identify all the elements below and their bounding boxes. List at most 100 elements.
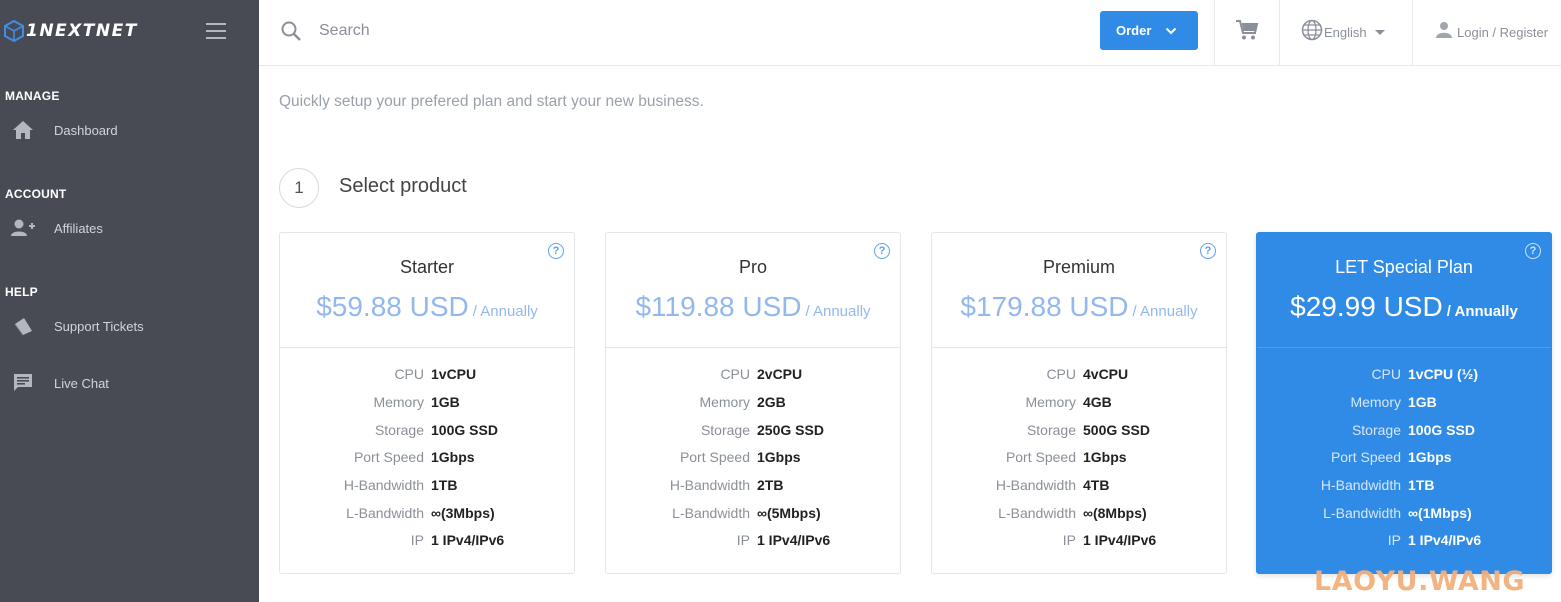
spec-row: H-Bandwidth 2TB (606, 477, 900, 497)
spec-value: 1vCPU (½) (1408, 366, 1479, 382)
spec-label: Memory (699, 394, 750, 410)
spec-value: ∞(1Mbps) (1408, 505, 1472, 521)
spec-label: CPU (1371, 366, 1401, 382)
spec-label: Memory (1025, 394, 1076, 410)
topbar-divider (1214, 0, 1215, 66)
plan-name: Premium (1042, 257, 1115, 277)
plan-period: / Annually (472, 303, 538, 320)
spec-label: L-Bandwidth (998, 505, 1076, 521)
spec-label: CPU (394, 366, 424, 382)
spec-value: ∞(3Mbps) (431, 505, 495, 521)
plan-card[interactable]: ? Starter $59.88 USD / Annually CPU 1vCPU Memo… (279, 232, 575, 574)
spec-value: 1TB (431, 477, 458, 493)
plan-period: / Annually (1446, 303, 1518, 320)
login-register-link[interactable]: Login / Register (1435, 21, 1548, 44)
plan-card[interactable]: ? Premium $179.88 USD / Annually CPU 4vCPU Mem… (931, 232, 1227, 574)
sidebar-item-affiliates[interactable]: Affiliates (10, 216, 103, 240)
page-subtitle: Quickly setup your prefered plan and sta… (279, 93, 704, 110)
spec-label: CPU (1046, 366, 1076, 382)
home-icon (10, 119, 36, 141)
spec-label: H-Bandwidth (669, 477, 750, 493)
topbar-divider (1412, 0, 1413, 66)
spec-row: Memory 2GB (606, 394, 900, 414)
sidebar-item-label: Dashboard (54, 122, 118, 138)
card-divider (1257, 347, 1551, 348)
sidebar-item-support-tickets[interactable]: Support Tickets (10, 314, 144, 338)
spec-value: 1 IPv4/IPv6 (757, 532, 831, 548)
spec-value: ∞(5Mbps) (757, 505, 821, 521)
spec-row: Memory 1GB (280, 394, 574, 414)
sidebar-item-dashboard[interactable]: Dashboard (10, 118, 118, 142)
spec-row: IP 1 IPv4/IPv6 (606, 532, 900, 552)
spec-row: Port Speed 1Gbps (606, 449, 900, 469)
spec-row: IP 1 IPv4/IPv6 (932, 532, 1226, 552)
spec-row: L-Bandwidth ∞(1Mbps) (1257, 505, 1551, 525)
sidebar-item-label: Support Tickets (54, 318, 144, 334)
spec-row: CPU 4vCPU (932, 366, 1226, 386)
plan-price-line: $29.99 USD / Annually (1257, 291, 1551, 323)
plan-price: $29.99 USD (1290, 291, 1443, 322)
spec-row: CPU 2vCPU (606, 366, 900, 386)
spec-label: IP (736, 532, 750, 548)
spec-row: Storage 250G SSD (606, 422, 900, 442)
language-label: English (1324, 25, 1367, 40)
card-divider (280, 347, 574, 348)
spec-row: Storage 500G SSD (932, 422, 1226, 442)
spec-row: L-Bandwidth ∞(8Mbps) (932, 505, 1226, 525)
plan-price-line: $119.88 USD / Annually (606, 291, 900, 323)
language-selector[interactable]: English (1301, 19, 1385, 46)
plan-card[interactable]: ? Pro $119.88 USD / Annually CPU 2vCPU Memory 2… (605, 232, 901, 574)
spec-row: Storage 100G SSD (280, 422, 574, 442)
spec-value: 2GB (757, 394, 786, 410)
spec-value: 4GB (1083, 394, 1112, 410)
search-input[interactable] (319, 16, 719, 46)
spec-label: Memory (1350, 394, 1401, 410)
spec-value: 1 IPv4/IPv6 (1408, 532, 1482, 548)
cart-icon[interactable] (1235, 19, 1259, 46)
login-register-label: Login / Register (1457, 25, 1549, 40)
brand-logo[interactable]: 1NEXTNET (4, 20, 138, 42)
spec-value: 1 IPv4/IPv6 (1083, 532, 1157, 548)
spec-value: 1Gbps (757, 449, 801, 465)
user-icon (1435, 21, 1453, 44)
spec-label: Port Speed (353, 449, 424, 465)
spec-value: 2vCPU (757, 366, 803, 382)
spec-value: 1vCPU (431, 366, 477, 382)
spec-row: Port Speed 1Gbps (932, 449, 1226, 469)
spec-value: 1Gbps (1083, 449, 1127, 465)
chat-icon (10, 372, 36, 394)
card-divider (932, 347, 1226, 348)
spec-label: L-Bandwidth (346, 505, 424, 521)
order-button[interactable]: Order (1100, 11, 1198, 50)
sidebar-item-live-chat[interactable]: Live Chat (10, 371, 109, 395)
spec-row: IP 1 IPv4/IPv6 (280, 532, 574, 552)
spec-value: 1GB (1408, 394, 1437, 410)
spec-value: 2TB (757, 477, 784, 493)
menu-toggle-icon[interactable] (206, 23, 226, 39)
spec-label: IP (410, 532, 424, 548)
sidebar-item-label: Affiliates (54, 220, 103, 236)
watermark: LAOYU.WANG (1314, 566, 1526, 597)
spec-label: Memory (373, 394, 424, 410)
spec-value: 100G SSD (1408, 422, 1475, 438)
spec-label: Port Speed (1005, 449, 1076, 465)
step-number: 1 (279, 168, 319, 208)
user-plus-icon (10, 217, 36, 239)
spec-label: L-Bandwidth (672, 505, 750, 521)
spec-value: ∞(8Mbps) (1083, 505, 1147, 521)
chevron-down-icon (1165, 23, 1177, 38)
spec-row: Memory 1GB (1257, 394, 1551, 414)
spec-label: Storage (374, 422, 424, 438)
spec-label: IP (1062, 532, 1076, 548)
order-button-label: Order (1116, 23, 1152, 38)
plan-price-line: $179.88 USD / Annually (932, 291, 1226, 323)
spec-row: CPU 1vCPU (280, 366, 574, 386)
plan-price: $59.88 USD (316, 291, 469, 322)
card-divider (606, 347, 900, 348)
plan-name: Starter (399, 257, 455, 277)
spec-value: 1TB (1408, 477, 1435, 493)
spec-label: CPU (720, 366, 750, 382)
plan-card[interactable]: ? LET Special Plan $29.99 USD / Annually CPU… (1256, 232, 1552, 574)
topbar-divider (1279, 0, 1280, 66)
nav-section-manage: MANAGE (5, 89, 60, 103)
